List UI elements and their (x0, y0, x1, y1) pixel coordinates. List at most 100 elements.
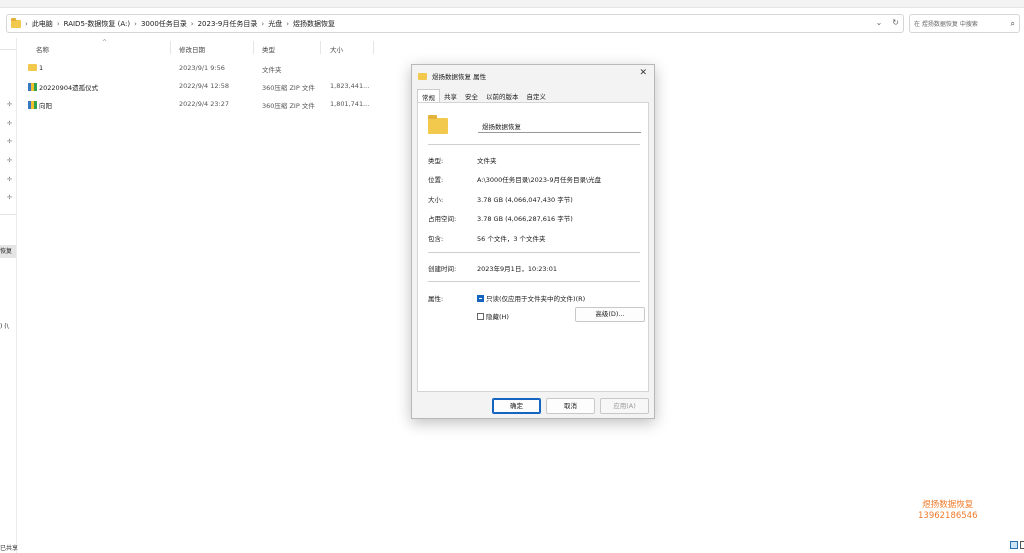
checkbox-icon (477, 312, 484, 320)
column-header-size[interactable]: 大小 (330, 44, 343, 54)
breadcrumb-item-this-pc[interactable]: 此电脑 (32, 19, 53, 29)
chevron-down-icon[interactable]: ⌄ (876, 18, 883, 27)
status-text: 已共享 (0, 545, 19, 552)
type-label: 类型: (428, 157, 444, 165)
contains-label: 包含: (428, 235, 444, 243)
chevron-right-icon: › (261, 19, 265, 28)
pin-icon[interactable]: ✢ (7, 101, 12, 108)
view-toggle (1010, 541, 1024, 549)
tab-security[interactable]: 安全 (461, 89, 482, 102)
created-label: 创建时间: (428, 265, 457, 273)
file-type: 文件夹 (262, 66, 282, 74)
divider (428, 281, 640, 282)
breadcrumb-item-month-dir[interactable]: 2023-9月任务目录 (198, 19, 258, 29)
pin-icon[interactable]: ✢ (7, 120, 12, 127)
address-bar-controls: ⌄ ↻ (876, 18, 899, 27)
column-divider[interactable] (253, 41, 254, 54)
dialog-title: 煜扬数据恢复 属性 (432, 73, 487, 81)
file-name-cell: 1 (28, 64, 43, 72)
dialog-titlebar: 煜扬数据恢复 属性 (418, 71, 486, 81)
refresh-icon[interactable]: ↻ (892, 18, 899, 27)
breadcrumb-item-drive[interactable]: RAID5-数据恢复 (A:) (64, 19, 131, 29)
file-type: 360压缩 ZIP 文件 (262, 84, 315, 92)
folder-icon (28, 64, 37, 71)
properties-dialog: 煜扬数据恢复 属性 ✕ 常规 共享 安全 以前的版本 自定义 煜扬数据恢复 类型… (411, 64, 655, 419)
search-placeholder: 在 煜扬数据恢复 中搜索 (914, 21, 978, 28)
breadcrumb-item-task-dir[interactable]: 3000任务目录 (141, 19, 187, 29)
column-headers: ^ 名称 修改日期 类型 大小 (17, 39, 377, 55)
pin-icon[interactable]: ✢ (7, 157, 12, 164)
column-header-date[interactable]: 修改日期 (179, 44, 205, 54)
nav-item-fragment[interactable]: ) (\ (0, 323, 9, 330)
watermark-line2: 13962186546 (918, 511, 978, 521)
pin-icon[interactable]: ✢ (7, 176, 12, 183)
search-icon[interactable]: ⌕ (1011, 19, 1015, 29)
chevron-right-icon: › (56, 19, 60, 28)
file-row[interactable]: 20220904遗孤仪式 2022/9/4 12:58 360压缩 ZIP 文件… (28, 79, 378, 93)
hidden-label: 隐藏(H) (486, 313, 509, 321)
readonly-checkbox[interactable]: 只读(仅应用于文件夹中的文件)(R) (477, 293, 585, 303)
created-value: 2023年9月1日，10:23:01 (477, 265, 558, 273)
chevron-right-icon: › (190, 19, 194, 28)
watermark-line1: 煜扬数据恢复 (922, 500, 974, 510)
column-divider[interactable] (170, 41, 171, 54)
readonly-label: 只读(仅应用于文件夹中的文件)(R) (486, 295, 586, 303)
folder-name-field[interactable]: 煜扬数据恢复 (478, 118, 641, 133)
hidden-checkbox[interactable]: 隐藏(H) (477, 311, 509, 321)
column-header-type[interactable]: 类型 (262, 44, 275, 54)
divider (428, 144, 640, 145)
chevron-right-icon: › (25, 19, 28, 28)
divider (428, 252, 640, 253)
file-date: 2023/9/1 9:56 (179, 64, 225, 72)
folder-icon (11, 17, 21, 28)
close-icon[interactable]: ✕ (639, 68, 647, 78)
file-size: 1,801,741... (330, 100, 370, 108)
breadcrumb-item-disc[interactable]: 光盘 (268, 19, 282, 29)
location-label: 位置: (428, 176, 444, 184)
tab-general[interactable]: 常规 (417, 89, 440, 102)
nav-divider (0, 214, 16, 215)
general-tab-panel: 煜扬数据恢复 类型: 文件夹 位置: A:\3000任务目录\2023-9月任务… (417, 102, 649, 392)
file-row[interactable]: 1 2023/9/1 9:56 文件夹 (28, 61, 378, 75)
zip-file-icon (28, 83, 37, 91)
folder-icon (418, 72, 427, 80)
details-view-icon[interactable] (1010, 541, 1018, 549)
ok-button[interactable]: 确定 (492, 398, 541, 414)
zip-file-icon (28, 101, 37, 109)
apply-button[interactable]: 应用(A) (600, 398, 649, 414)
size-label: 大小: (428, 196, 444, 204)
breadcrumb: 此电脑 › RAID5-数据恢复 (A:) › 3000任务目录 › 2023-… (32, 19, 335, 29)
type-value: 文件夹 (477, 157, 497, 165)
file-name-cell: 向阳 (28, 100, 52, 110)
folder-icon (428, 115, 448, 134)
cancel-button[interactable]: 取消 (546, 398, 595, 414)
address-bar[interactable]: › 此电脑 › RAID5-数据恢复 (A:) › 3000任务目录 › 202… (6, 14, 904, 33)
column-divider[interactable] (373, 41, 374, 54)
chevron-right-icon: › (134, 19, 137, 28)
file-name: 20220904遗孤仪式 (39, 84, 99, 92)
attributes-label: 属性: (428, 295, 444, 303)
location-value: A:\3000任务目录\2023-9月任务目录\光盘 (477, 176, 602, 184)
tab-sharing[interactable]: 共享 (440, 89, 461, 102)
watermark: 煜扬数据恢复 13962186546 (918, 500, 978, 522)
file-date: 2022/9/4 23:27 (179, 100, 229, 108)
tiles-view-icon[interactable] (1020, 541, 1024, 549)
pin-icon[interactable]: ✢ (7, 194, 12, 201)
file-date: 2022/9/4 12:58 (179, 82, 229, 90)
column-header-name[interactable]: 名称 (36, 44, 49, 54)
advanced-button[interactable]: 高级(D)... (575, 307, 645, 322)
file-row[interactable]: 向阳 2022/9/4 23:27 360压缩 ZIP 文件 1,801,741… (28, 97, 378, 111)
window-top-strip (0, 0, 1024, 8)
tab-previous-versions[interactable]: 以前的版本 (482, 89, 523, 102)
pin-icon[interactable]: ✢ (7, 138, 12, 145)
navigation-pane: ✢ ✢ ✢ ✢ ✢ ✢ 恢复 ) (\ (0, 38, 17, 553)
chevron-right-icon: › (286, 19, 290, 28)
nav-item-selected[interactable]: 恢复 (0, 245, 16, 258)
column-divider[interactable] (320, 41, 321, 54)
size-on-disk-value: 3.78 GB (4,066,287,616 字节) (477, 215, 573, 223)
file-type: 360压缩 ZIP 文件 (262, 102, 315, 110)
breadcrumb-item-current[interactable]: 煜扬数据恢复 (293, 19, 335, 29)
checkbox-indeterminate-icon (477, 294, 484, 302)
tab-customize[interactable]: 自定义 (523, 89, 551, 102)
search-input[interactable]: 在 煜扬数据恢复 中搜索 ⌕ (909, 14, 1020, 33)
